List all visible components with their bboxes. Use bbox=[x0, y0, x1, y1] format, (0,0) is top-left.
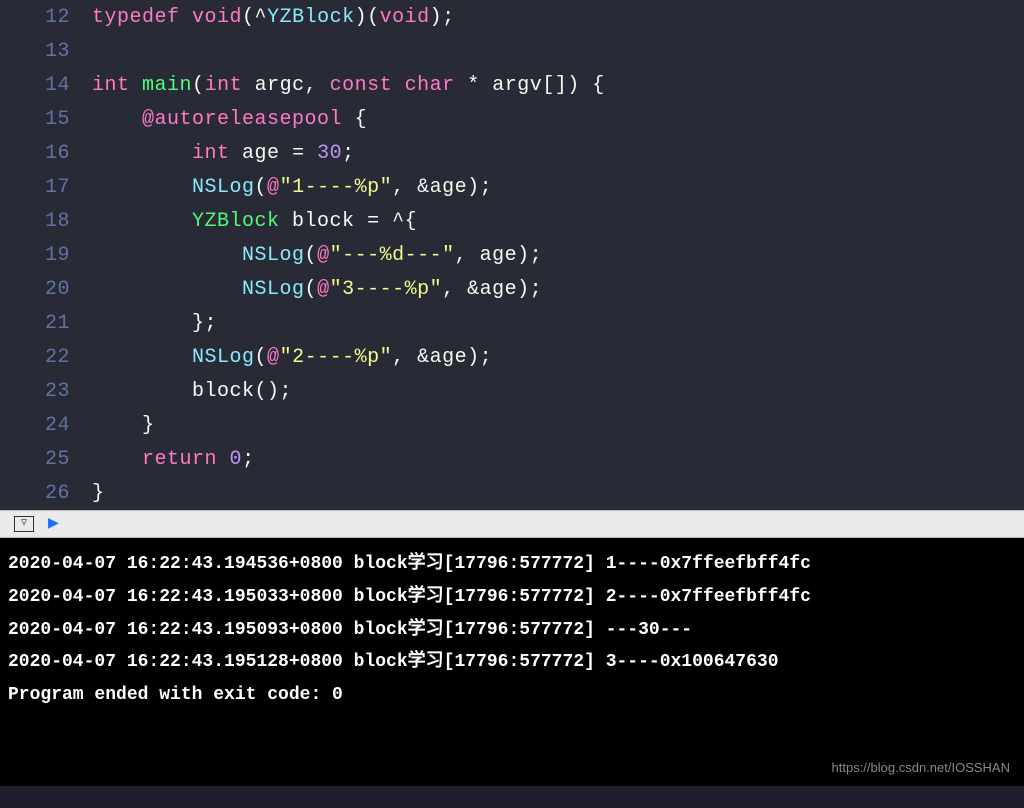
line-number: 19 bbox=[0, 244, 92, 267]
code-line[interactable]: 15 @autoreleasepool { bbox=[0, 102, 1024, 136]
debug-toolbar: ▽ ▶ bbox=[0, 510, 1024, 538]
code-line[interactable]: 18 YZBlock block = ^{ bbox=[0, 204, 1024, 238]
line-number: 16 bbox=[0, 142, 92, 165]
console-line: 2020-04-07 16:22:43.195033+0800 block学习[… bbox=[8, 581, 1016, 614]
code-content[interactable]: NSLog(@"1----%p", &age); bbox=[92, 176, 492, 199]
line-number: 13 bbox=[0, 40, 92, 63]
code-line[interactable]: 16 int age = 30; bbox=[0, 136, 1024, 170]
code-line[interactable]: 22 NSLog(@"2----%p", &age); bbox=[0, 340, 1024, 374]
code-content[interactable]: typedef void(^YZBlock)(void); bbox=[92, 6, 455, 29]
code-line[interactable]: 24 } bbox=[0, 408, 1024, 442]
code-content[interactable]: return 0; bbox=[92, 448, 255, 471]
line-number: 22 bbox=[0, 346, 92, 369]
line-number: 15 bbox=[0, 108, 92, 131]
code-line[interactable]: 26} bbox=[0, 476, 1024, 510]
code-line[interactable]: 25 return 0; bbox=[0, 442, 1024, 476]
code-line[interactable]: 17 NSLog(@"1----%p", &age); bbox=[0, 170, 1024, 204]
line-number: 12 bbox=[0, 6, 92, 29]
code-content[interactable]: YZBlock block = ^{ bbox=[92, 210, 417, 233]
line-number: 23 bbox=[0, 380, 92, 403]
line-number: 26 bbox=[0, 482, 92, 505]
watermark-text: https://blog.csdn.net/IOSSHAN bbox=[832, 756, 1010, 780]
code-line[interactable]: 14int main(int argc, const char * argv[]… bbox=[0, 68, 1024, 102]
output-selector-icon[interactable]: ▽ bbox=[14, 516, 34, 532]
code-line[interactable]: 23 block(); bbox=[0, 374, 1024, 408]
line-number: 21 bbox=[0, 312, 92, 335]
code-line[interactable]: 12typedef void(^YZBlock)(void); bbox=[0, 0, 1024, 34]
code-line[interactable]: 19 NSLog(@"---%d---", age); bbox=[0, 238, 1024, 272]
code-content[interactable]: NSLog(@"2----%p", &age); bbox=[92, 346, 492, 369]
code-content[interactable]: block(); bbox=[92, 380, 292, 403]
code-line[interactable]: 13 bbox=[0, 34, 1024, 68]
console-output[interactable]: 2020-04-07 16:22:43.194536+0800 block学习[… bbox=[0, 538, 1024, 786]
console-line: 2020-04-07 16:22:43.195093+0800 block学习[… bbox=[8, 614, 1016, 647]
code-content[interactable]: int main(int argc, const char * argv[]) … bbox=[92, 74, 605, 97]
line-number: 18 bbox=[0, 210, 92, 233]
code-line[interactable]: 20 NSLog(@"3----%p", &age); bbox=[0, 272, 1024, 306]
code-content[interactable]: @autoreleasepool { bbox=[92, 108, 367, 131]
line-number: 14 bbox=[0, 74, 92, 97]
console-line: 2020-04-07 16:22:43.194536+0800 block学习[… bbox=[8, 548, 1016, 581]
code-content[interactable]: } bbox=[92, 482, 105, 505]
code-content[interactable]: }; bbox=[92, 312, 217, 335]
code-content[interactable]: int age = 30; bbox=[92, 142, 355, 165]
line-number: 17 bbox=[0, 176, 92, 199]
code-content[interactable]: } bbox=[92, 414, 155, 437]
line-number: 25 bbox=[0, 448, 92, 471]
console-line: Program ended with exit code: 0 bbox=[8, 679, 1016, 712]
line-number: 20 bbox=[0, 278, 92, 301]
code-content[interactable]: NSLog(@"3----%p", &age); bbox=[92, 278, 542, 301]
console-line: 2020-04-07 16:22:43.195128+0800 block学习[… bbox=[8, 646, 1016, 679]
line-number: 24 bbox=[0, 414, 92, 437]
filter-arrow-icon[interactable]: ▶ bbox=[48, 515, 59, 533]
code-editor[interactable]: 12typedef void(^YZBlock)(void);1314int m… bbox=[0, 0, 1024, 510]
code-content[interactable]: NSLog(@"---%d---", age); bbox=[92, 244, 542, 267]
code-line[interactable]: 21 }; bbox=[0, 306, 1024, 340]
